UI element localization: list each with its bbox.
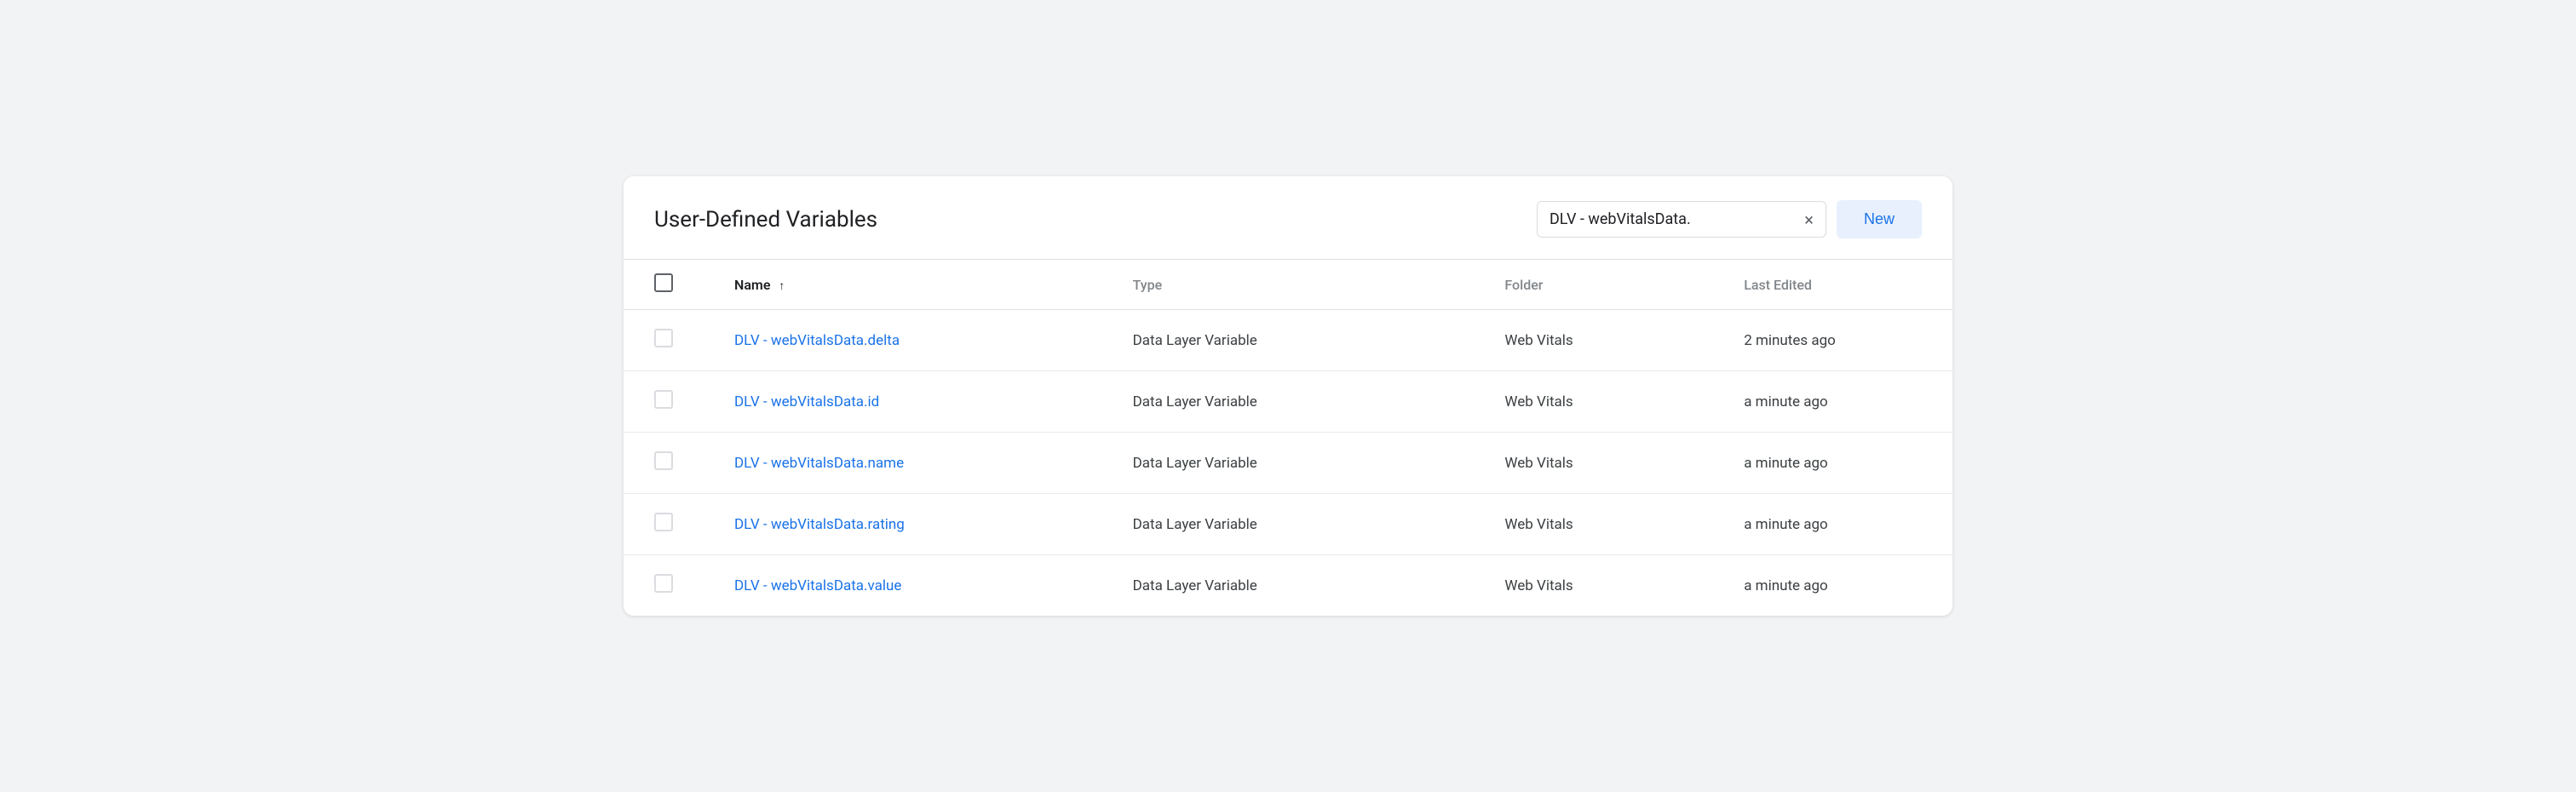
row-checkbox[interactable] [654,574,673,593]
row-last-edited: a minute ago [1713,555,1952,617]
sort-arrow-icon: ↑ [779,278,785,293]
row-folder: Web Vitals [1474,433,1713,494]
new-button[interactable]: New [1837,200,1922,238]
row-name-cell: DLV - webVitalsData.id [704,371,1102,433]
row-folder: Web Vitals [1474,371,1713,433]
row-checkbox[interactable] [654,390,673,409]
row-name-cell: DLV - webVitalsData.value [704,555,1102,617]
variable-name-link[interactable]: DLV - webVitalsData.rating [734,516,905,533]
row-name-cell: DLV - webVitalsData.delta [704,310,1102,371]
table-row: DLV - webVitalsData.delta Data Layer Vari… [624,310,1952,371]
table-row: DLV - webVitalsData.rating Data Layer Var… [624,494,1952,555]
row-name-cell: DLV - webVitalsData.name [704,433,1102,494]
variables-table: Name ↑ Type Folder Last Edited DLV - web… [624,259,1952,616]
row-type: Data Layer Variable [1102,371,1475,433]
row-last-edited: a minute ago [1713,371,1952,433]
header-controls: DLV - webVitalsData. × New [1537,200,1922,238]
row-last-edited: a minute ago [1713,433,1952,494]
table-header-row: Name ↑ Type Folder Last Edited [624,260,1952,310]
variable-name-link[interactable]: DLV - webVitalsData.id [734,393,879,410]
variable-name-link[interactable]: DLV - webVitalsData.name [734,455,904,472]
row-folder: Web Vitals [1474,555,1713,617]
row-folder: Web Vitals [1474,310,1713,371]
select-all-checkbox[interactable] [654,273,673,292]
row-checkbox[interactable] [654,329,673,347]
table-row: DLV - webVitalsData.name Data Layer Varia… [624,433,1952,494]
row-type: Data Layer Variable [1102,310,1475,371]
row-type: Data Layer Variable [1102,494,1475,555]
row-checkbox-cell [624,371,704,433]
row-type: Data Layer Variable [1102,433,1475,494]
header-checkbox-cell [624,260,704,310]
row-name-cell: DLV - webVitalsData.rating [704,494,1102,555]
row-last-edited: a minute ago [1713,494,1952,555]
header-row: User-Defined Variables DLV - webVitalsDa… [624,176,1952,259]
table-row: DLV - webVitalsData.value Data Layer Vari… [624,555,1952,617]
row-folder: Web Vitals [1474,494,1713,555]
clear-search-icon[interactable]: × [1804,211,1814,228]
table-row: DLV - webVitalsData.id Data Layer Variabl… [624,371,1952,433]
variable-name-link[interactable]: DLV - webVitalsData.delta [734,332,900,349]
search-box[interactable]: DLV - webVitalsData. × [1537,201,1826,238]
search-value: DLV - webVitalsData. [1550,210,1796,228]
header-type: Type [1102,260,1475,310]
row-checkbox-cell [624,433,704,494]
header-name: Name ↑ [704,260,1102,310]
header-last-edited: Last Edited [1713,260,1952,310]
row-last-edited: 2 minutes ago [1713,310,1952,371]
page-title: User-Defined Variables [654,207,877,232]
row-checkbox-cell [624,494,704,555]
row-checkbox-cell [624,310,704,371]
row-type: Data Layer Variable [1102,555,1475,617]
header-folder: Folder [1474,260,1713,310]
row-checkbox-cell [624,555,704,617]
variable-name-link[interactable]: DLV - webVitalsData.value [734,577,901,594]
row-checkbox[interactable] [654,513,673,531]
main-panel: User-Defined Variables DLV - webVitalsDa… [624,176,1952,616]
row-checkbox[interactable] [654,451,673,470]
